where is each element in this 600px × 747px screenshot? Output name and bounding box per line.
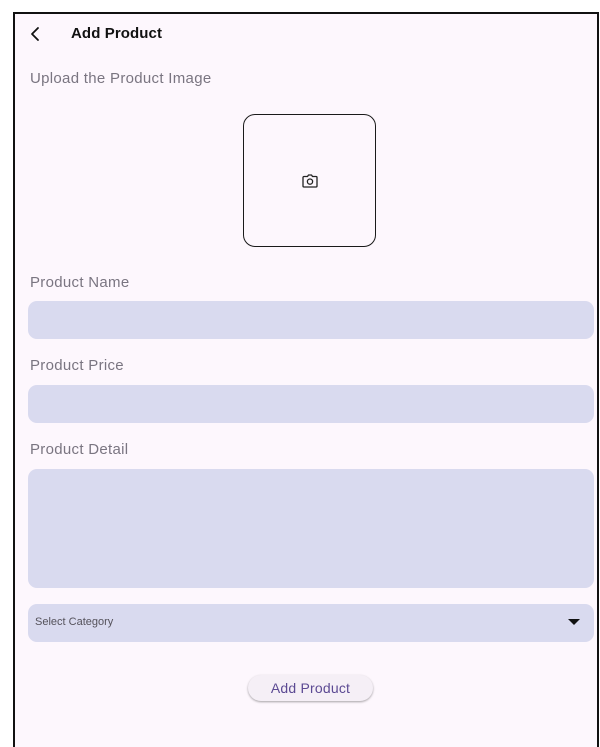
product-detail-label: Product Detail: [30, 441, 129, 458]
upload-image-label: Upload the Product Image: [30, 70, 212, 87]
category-select[interactable]: Select Category: [28, 604, 594, 642]
product-name-input[interactable]: [28, 301, 594, 339]
back-button[interactable]: [21, 20, 49, 48]
image-upload-box[interactable]: [243, 114, 376, 247]
chevron-left-icon: [28, 26, 42, 42]
camera-icon: [301, 173, 318, 188]
page-title: Add Product: [71, 25, 163, 42]
screen: Add Product Upload the Product Image Pro…: [13, 12, 599, 747]
product-price-input[interactable]: [28, 385, 594, 423]
product-detail-textarea[interactable]: [28, 469, 594, 588]
category-select-value: Select Category: [35, 616, 114, 628]
app-bar: Add Product: [15, 14, 597, 54]
dropdown-arrow-icon: [568, 619, 580, 625]
add-product-button[interactable]: Add Product: [248, 675, 373, 701]
product-price-label: Product Price: [30, 357, 124, 374]
product-name-label: Product Name: [30, 274, 130, 291]
